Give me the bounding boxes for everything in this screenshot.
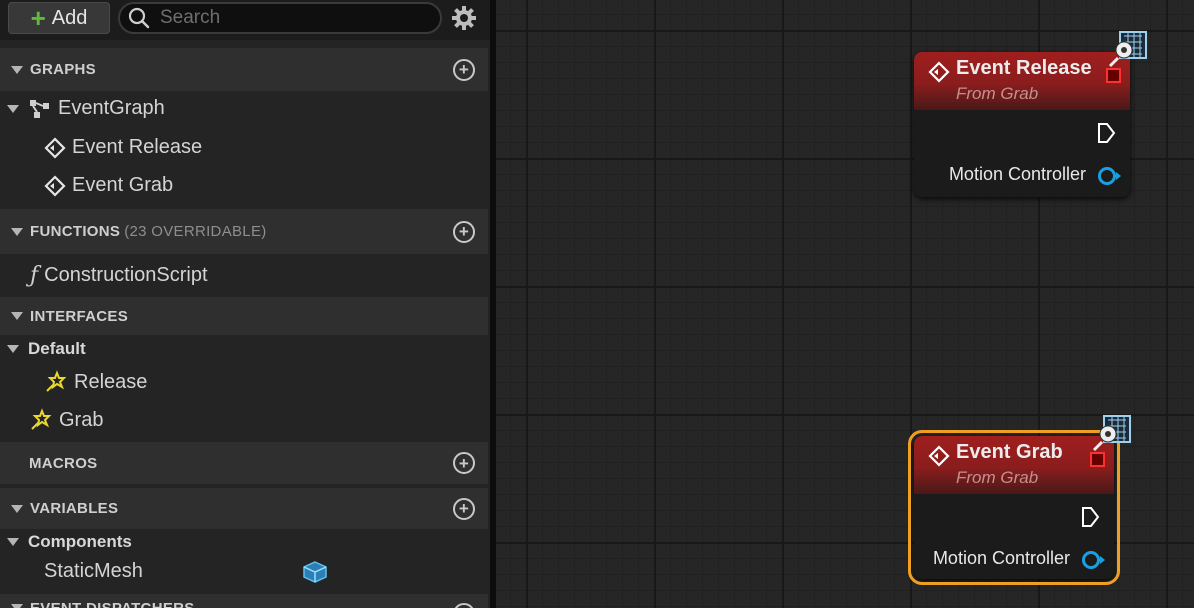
tree-item-staticmesh[interactable]: StaticMesh	[44, 560, 484, 583]
tree-item-label: Event Release	[72, 136, 203, 158]
object-output-pin[interactable]	[1082, 551, 1105, 569]
collapse-arrow-icon[interactable]	[11, 312, 23, 320]
tree-item-release[interactable]: Release	[44, 370, 147, 394]
event-diamond-icon	[928, 445, 950, 467]
category-components[interactable]: Components	[7, 532, 132, 552]
tree-item-grab[interactable]: Grab	[29, 408, 103, 432]
my-blueprint-panel: + Add GRAPHS +	[0, 0, 490, 608]
section-event-dispatchers[interactable]: EVENT DISPATCHERS +	[0, 594, 488, 608]
section-graphs[interactable]: GRAPHS +	[0, 48, 488, 91]
collapse-arrow-icon[interactable]	[11, 504, 23, 513]
section-variables[interactable]: VARIABLES +	[0, 488, 488, 529]
network-interface-icon	[1108, 31, 1147, 68]
tree-item-label: EventGraph	[58, 97, 165, 119]
plus-icon: +	[30, 3, 46, 33]
node-body: Motion Controller	[914, 494, 1114, 582]
section-functions-label: FUNCTIONS	[30, 223, 121, 240]
node-subtitle: From Grab	[956, 84, 1039, 103]
tree-item-label: Grab	[59, 408, 104, 431]
panel-toolbar: + Add	[0, 0, 490, 40]
event-diamond-icon	[44, 136, 66, 159]
node-header: Event Release From Grab	[914, 52, 1130, 110]
tree-item-constructionscript[interactable]: ƒ ConstructionScript	[30, 263, 208, 288]
replicated-icon	[1106, 68, 1121, 83]
tree-item-event-grab[interactable]: Event Grab	[44, 174, 173, 197]
event-diamond-icon	[928, 61, 950, 83]
section-graphs-label: GRAPHS	[30, 61, 96, 78]
add-button[interactable]: + Add	[8, 2, 110, 34]
section-interfaces-label: INTERFACES	[30, 307, 129, 325]
node-header: Event Grab From Grab	[914, 436, 1114, 494]
collapse-arrow-icon[interactable]	[11, 65, 23, 74]
category-label: Default	[28, 339, 86, 358]
node-body: Motion Controller	[914, 110, 1130, 198]
section-interfaces[interactable]: INTERFACES	[0, 297, 488, 335]
network-interface-icon	[1092, 415, 1131, 452]
add-function-icon[interactable]: +	[453, 220, 475, 243]
node-event-release[interactable]: Event Release From Grab Motion Controlle…	[914, 31, 1147, 198]
section-macros-label: MACROS	[29, 454, 98, 472]
node-subtitle: From Grab	[956, 468, 1039, 487]
tree-item-label: StaticMesh	[44, 560, 143, 582]
add-macro-icon[interactable]: +	[453, 452, 475, 474]
section-event-dispatchers-label: EVENT DISPATCHERS	[30, 600, 195, 608]
section-functions[interactable]: FUNCTIONS (23 OVERRIDABLE) +	[0, 209, 488, 254]
graph-icon	[28, 98, 52, 120]
overridable-count: (23 OVERRIDABLE)	[124, 223, 267, 240]
node-title: Event Grab	[956, 441, 1063, 463]
collapse-arrow-icon[interactable]	[7, 104, 19, 113]
static-mesh-icon	[303, 561, 327, 583]
gear-icon[interactable]	[451, 5, 477, 31]
section-macros[interactable]: MACROS +	[0, 442, 488, 484]
add-graph-icon[interactable]: +	[453, 58, 475, 81]
interface-event-icon	[44, 370, 68, 394]
exec-output-pin[interactable]	[1080, 506, 1100, 528]
search-box[interactable]	[118, 2, 442, 34]
event-diamond-icon	[44, 174, 66, 197]
tree-item-eventgraph[interactable]: EventGraph	[7, 97, 165, 120]
replicated-icon	[1090, 452, 1105, 467]
tree-item-label: Release	[74, 370, 148, 393]
event-graph-canvas[interactable]: Event Release From Grab Motion Controlle…	[496, 0, 1194, 608]
search-icon	[128, 7, 150, 29]
node-title: Event Release	[956, 57, 1092, 79]
object-output-pin[interactable]	[1098, 167, 1121, 185]
category-label: Components	[28, 532, 132, 551]
collapse-arrow-icon[interactable]	[11, 227, 23, 236]
add-dispatcher-icon[interactable]: +	[453, 603, 475, 608]
tree-item-label: Event Grab	[72, 174, 174, 196]
pin-label: Motion Controller	[932, 548, 1070, 568]
exec-output-pin[interactable]	[1096, 122, 1116, 144]
node-event-grab[interactable]: Event Grab From Grab Motion Controller	[908, 415, 1131, 585]
collapse-arrow-icon[interactable]	[11, 604, 23, 608]
pin-label: Motion Controller	[948, 164, 1086, 184]
tree-item-label: ConstructionScript	[44, 264, 208, 286]
collapse-arrow-icon[interactable]	[7, 345, 19, 353]
category-default[interactable]: Default	[7, 339, 86, 359]
interface-event-icon	[29, 408, 53, 432]
collapse-arrow-icon[interactable]	[7, 538, 19, 546]
add-variable-icon[interactable]: +	[453, 497, 475, 520]
function-icon: ƒ	[30, 263, 39, 288]
add-button-label: Add	[51, 6, 88, 29]
tree-item-event-release[interactable]: Event Release	[44, 136, 202, 159]
search-input[interactable]	[158, 6, 432, 30]
section-variables-label: VARIABLES	[30, 500, 119, 517]
